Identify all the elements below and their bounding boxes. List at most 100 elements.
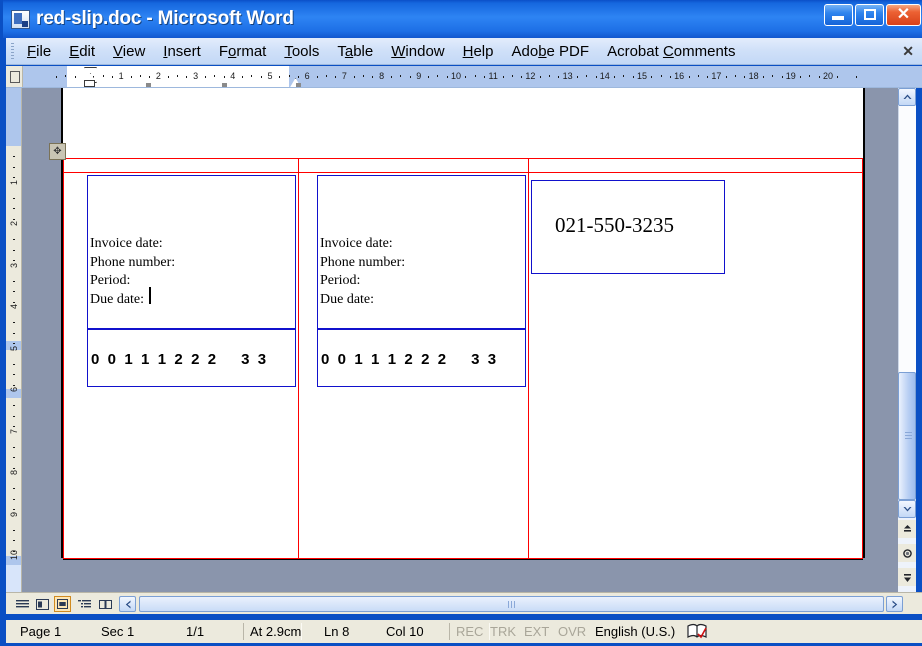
vertical-ruler-tick xyxy=(13,467,15,469)
status-pages: 1/1 xyxy=(186,624,205,639)
vertical-ruler-tick xyxy=(13,156,15,158)
menu-item-edit[interactable]: Edit xyxy=(60,41,104,62)
ruler-minor-tick xyxy=(772,75,774,77)
ruler-dot xyxy=(56,76,58,78)
tab-stop-marker[interactable] xyxy=(222,83,227,87)
scroll-left-button[interactable] xyxy=(119,596,136,612)
tab-stop-marker[interactable] xyxy=(296,83,301,87)
ruler-dot xyxy=(762,76,764,78)
ruler-minor-tick xyxy=(474,75,476,77)
status-at: At 2.9cm xyxy=(243,623,303,640)
menu-item-adobe-pdf[interactable]: Adobe PDF xyxy=(503,41,599,62)
ruler-minor-tick xyxy=(400,75,402,77)
vertical-ruler-tick-label: 4 xyxy=(9,303,19,309)
table-move-handle[interactable]: ✥ xyxy=(49,143,66,160)
vertical-ruler-tick xyxy=(13,301,15,303)
menu-item-insert[interactable]: Insert xyxy=(154,41,210,62)
status-trk-button[interactable]: TRK xyxy=(484,623,522,640)
menu-item-view[interactable]: View xyxy=(104,41,154,62)
ruler-dot xyxy=(223,76,225,78)
ruler-dot xyxy=(428,76,430,78)
horizontal-ruler[interactable]: 1 2 3 4 5 6 7 8 9 10 11 12 13 14 15 16 17 18 19 20 xyxy=(6,66,922,88)
ruler-dot xyxy=(707,76,709,78)
vertical-ruler-tick xyxy=(13,405,15,407)
ruler-dot xyxy=(614,76,616,78)
ruler-tick-label: 2 xyxy=(155,71,161,81)
ruler-dot xyxy=(74,76,76,78)
print-layout-view-button[interactable] xyxy=(54,596,71,612)
outline-view-button[interactable] xyxy=(76,596,93,612)
double-down-arrow-icon xyxy=(903,573,911,582)
scroll-down-button[interactable] xyxy=(898,500,916,518)
chevron-up-icon xyxy=(903,94,911,99)
tab-stop-marker[interactable] xyxy=(146,83,151,87)
ruler-dot xyxy=(855,76,857,78)
reading-layout-view-icon xyxy=(99,599,112,609)
menu-item-file[interactable]: File xyxy=(18,41,60,62)
ruler-dot xyxy=(781,76,783,78)
vertical-ruler-tick xyxy=(13,540,15,542)
ruler-minor-tick xyxy=(251,75,253,77)
web-layout-view-button[interactable] xyxy=(34,596,51,612)
vertical-ruler-tick xyxy=(13,374,15,376)
spelling-and-grammar-icon[interactable] xyxy=(686,622,708,640)
reading-layout-view-button[interactable] xyxy=(97,596,114,612)
scroll-up-button[interactable] xyxy=(898,88,916,106)
menu-item-tools[interactable]: Tools xyxy=(275,41,328,62)
select-browse-object-button[interactable] xyxy=(898,544,916,562)
tab-selector-button[interactable] xyxy=(6,66,23,87)
table-gridline-vertical xyxy=(862,158,863,558)
next-page-button[interactable] xyxy=(898,568,916,586)
ruler-dot xyxy=(688,76,690,78)
previous-page-button[interactable] xyxy=(898,520,916,538)
ruler-tick-label: 11 xyxy=(488,71,498,81)
menu-item-help[interactable]: Help xyxy=(454,41,503,62)
ruler-dot xyxy=(279,76,281,78)
vertical-ruler-tick xyxy=(13,291,15,293)
ruler-dot xyxy=(744,76,746,78)
normal-view-button[interactable] xyxy=(14,596,31,612)
ruler-dot xyxy=(539,76,541,78)
status-ovr-button[interactable]: OVR xyxy=(552,623,592,640)
menu-item-acrobat-comments[interactable]: Acrobat Comments xyxy=(598,41,744,62)
phone-number-text: 021-550-3235 xyxy=(555,213,674,237)
ruler-dot xyxy=(316,76,318,78)
close-document-button[interactable]: ✕ xyxy=(902,43,914,60)
table-gridline-vertical xyxy=(298,158,299,558)
ruler-tick-label: 18 xyxy=(748,71,759,81)
slip-label-line: Due date: xyxy=(320,291,375,307)
ruler-dot xyxy=(651,76,653,78)
ruler-minor-tick xyxy=(623,75,625,77)
ruler-minor-tick xyxy=(586,75,588,77)
double-up-arrow-icon xyxy=(903,524,911,532)
menu-item-window[interactable]: Window xyxy=(382,41,453,62)
vertical-ruler[interactable]: 1 2 3 4 5 6 7 8 9 10 xyxy=(6,88,22,592)
horizontal-scroll-thumb[interactable] xyxy=(139,596,884,612)
vertical-ruler-tick xyxy=(13,260,15,262)
menu-item-format[interactable]: Format xyxy=(210,41,276,62)
vertical-ruler-tick-label: 9 xyxy=(9,511,19,517)
status-language[interactable]: English (U.S.) xyxy=(589,623,681,640)
status-page: Page 1 xyxy=(20,624,62,639)
ruler-minor-tick xyxy=(102,75,104,77)
document-page[interactable]: Invoice date: Phone number: Period: Due dat… xyxy=(63,88,863,559)
left-indent-marker[interactable] xyxy=(84,80,95,87)
vertical-ruler-tick-label: 2 xyxy=(9,220,19,226)
vertical-scroll-thumb[interactable] xyxy=(898,372,916,500)
minimize-button[interactable] xyxy=(824,4,853,26)
vertical-ruler-tick xyxy=(13,426,15,428)
window-controls: ✕ xyxy=(824,4,921,26)
vertical-ruler-tick-label: 8 xyxy=(9,469,19,475)
menu-drag-grip[interactable] xyxy=(11,42,14,60)
close-button[interactable]: ✕ xyxy=(886,4,921,26)
menu-item-table[interactable]: Table xyxy=(328,41,382,62)
status-ext-button[interactable]: EXT xyxy=(518,623,555,640)
vertical-ruler-tick xyxy=(13,249,15,251)
vertical-ruler-tick xyxy=(13,384,15,386)
scroll-right-button[interactable] xyxy=(886,596,903,612)
maximize-button[interactable] xyxy=(855,4,884,26)
ruler-dot xyxy=(465,76,467,78)
vertical-scrollbar[interactable] xyxy=(898,88,916,592)
ruler-tick-label: 6 xyxy=(304,71,310,81)
document-canvas[interactable]: Invoice date: Phone number: Period: Due dat… xyxy=(22,88,904,592)
